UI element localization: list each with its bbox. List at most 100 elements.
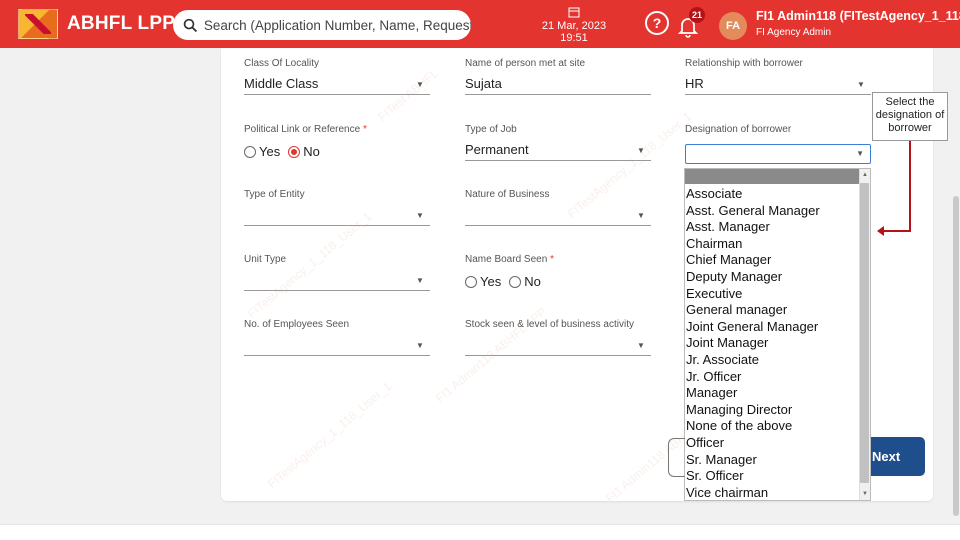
nature-of-business-field[interactable]: Nature of Business ▼ — [465, 189, 651, 231]
annotation-callout: Select the designation of borrower — [872, 92, 948, 141]
dropdown-option[interactable]: Chairman — [685, 236, 870, 253]
user-role: FI Agency Admin — [756, 27, 832, 38]
field-label: Class Of Locality — [244, 58, 320, 69]
name-board-seen-field: Name Board Seen * Yes No — [465, 254, 651, 296]
arrow-left-icon — [877, 226, 884, 236]
dropdown-option[interactable]: Associate — [685, 186, 870, 203]
page-footer — [0, 524, 960, 540]
dropdown-option[interactable]: Manager — [685, 385, 870, 402]
field-underline — [465, 355, 651, 356]
radio-no[interactable] — [288, 145, 301, 158]
designation-dropdown-list[interactable]: Associate Asst. General Manager Asst. Mana… — [684, 168, 871, 501]
datetime-text: 21 Mar, 2023 19:51 — [541, 20, 607, 44]
chevron-down-icon: ▼ — [637, 146, 645, 155]
callout-connector — [882, 230, 911, 232]
calendar-icon — [568, 7, 580, 18]
person-met-field[interactable]: Name of person met at site Sujata — [465, 58, 651, 100]
callout-connector — [909, 141, 911, 232]
field-label: Relationship with borrower — [685, 58, 803, 69]
dropdown-scroll-thumb[interactable] — [860, 183, 869, 483]
field-value: Middle Class — [244, 76, 319, 91]
dropdown-option[interactable]: General manager — [685, 302, 870, 319]
class-of-locality-field[interactable]: Class Of Locality Middle Class ▼ — [244, 58, 430, 100]
dropdown-option[interactable]: Sr. Officer — [685, 468, 870, 485]
field-value: HR — [685, 76, 704, 91]
page-scroll-thumb[interactable] — [953, 196, 959, 516]
search-input[interactable] — [203, 17, 471, 33]
radio-no[interactable] — [509, 275, 522, 288]
field-underline — [465, 94, 651, 95]
radio-yes-label: Yes — [259, 144, 281, 159]
stock-seen-field[interactable]: Stock seen & level of business activity … — [465, 319, 651, 361]
radio-yes-label: Yes — [480, 274, 502, 289]
field-underline — [465, 160, 651, 161]
radio-yes[interactable] — [244, 145, 256, 158]
dropdown-option[interactable]: Executive — [685, 286, 870, 303]
dropdown-option[interactable]: Sr. Manager — [685, 452, 870, 469]
annotation-bracket — [668, 438, 685, 477]
field-label: Unit Type — [244, 254, 287, 265]
field-label: Type of Job — [465, 124, 517, 135]
dropdown-option[interactable]: Asst. General Manager — [685, 203, 870, 220]
dropdown-option[interactable]: Asst. Manager — [685, 219, 870, 236]
radio-yes[interactable] — [465, 275, 477, 288]
brand-name: ABHFL LPP — [67, 13, 176, 34]
top-bar: ABHFL LPP 21 Mar, 2023 19:51 ? 21 FA FI1… — [0, 0, 960, 48]
dropdown-option[interactable]: Deputy Manager — [685, 269, 870, 286]
dropdown-option[interactable]: Vice chairman — [685, 485, 870, 500]
dropdown-option[interactable]: Jr. Officer — [685, 369, 870, 386]
unit-type-field[interactable]: Unit Type ▼ — [244, 254, 430, 296]
field-label: Stock seen & level of business activity — [465, 319, 634, 330]
dropdown-empty-option[interactable] — [685, 169, 870, 184]
field-label: Type of Entity — [244, 189, 305, 200]
dropdown-option[interactable]: Joint Manager — [685, 335, 870, 352]
designation-label-wrap: Designation of borrower — [685, 124, 871, 144]
dropdown-option[interactable]: None of the above — [685, 418, 870, 435]
watermark: FITestAgency_1_118_User_1 — [264, 379, 395, 491]
field-label: Name of person met at site — [465, 58, 586, 69]
search-icon — [183, 18, 198, 32]
notification-count-badge: 21 — [689, 7, 706, 23]
type-of-entity-field[interactable]: Type of Entity ▼ — [244, 189, 430, 231]
dropdown-option[interactable]: Joint General Manager — [685, 319, 870, 336]
radio-no-label: No — [524, 274, 541, 289]
dropdown-options: Associate Asst. General Manager Asst. Mana… — [685, 184, 870, 500]
chevron-down-icon: ▼ — [637, 211, 645, 220]
field-label: Name Board Seen * — [465, 254, 554, 265]
field-underline — [685, 94, 871, 95]
type-of-job-field[interactable]: Type of Job Permanent ▼ — [465, 124, 651, 166]
field-label: No. of Employees Seen — [244, 319, 350, 330]
field-underline — [244, 290, 430, 291]
scroll-down-icon[interactable]: ▼ — [862, 491, 868, 497]
relationship-field[interactable]: Relationship with borrower HR ▼ — [685, 58, 871, 100]
field-label: Designation of borrower — [685, 124, 792, 135]
name-board-radios: Yes No — [465, 274, 549, 289]
help-icon[interactable]: ? — [645, 11, 669, 35]
chevron-down-icon: ▼ — [637, 341, 645, 350]
field-value: Permanent — [465, 142, 529, 157]
dropdown-option[interactable]: Chief Manager — [685, 252, 870, 269]
dropdown-scrollbar[interactable]: ▲ ▼ — [859, 169, 870, 500]
chevron-down-icon: ▼ — [416, 211, 424, 220]
current-datetime: 21 Mar, 2023 19:51 — [528, 6, 620, 44]
field-underline — [244, 355, 430, 356]
dropdown-option[interactable]: Jr. Associate — [685, 352, 870, 369]
chevron-down-icon: ▼ — [416, 276, 424, 285]
dropdown-option[interactable]: Managing Director — [685, 402, 870, 419]
brand-logo-icon — [18, 9, 58, 39]
field-underline — [244, 94, 430, 95]
avatar[interactable]: FA — [719, 12, 747, 40]
chevron-down-icon: ▼ — [857, 80, 865, 89]
dropdown-option[interactable]: Officer — [685, 435, 870, 452]
employees-seen-field[interactable]: No. of Employees Seen ▼ — [244, 319, 430, 361]
chevron-down-icon: ▼ — [856, 149, 864, 158]
global-search[interactable] — [173, 10, 471, 40]
field-label: Nature of Business — [465, 189, 550, 200]
scroll-up-icon[interactable]: ▲ — [862, 172, 868, 178]
chevron-down-icon: ▼ — [416, 80, 424, 89]
field-value: Sujata — [465, 76, 502, 91]
field-underline — [244, 225, 430, 226]
designation-select[interactable]: ▼ — [685, 144, 871, 164]
chevron-down-icon: ▼ — [416, 341, 424, 350]
user-name: FI1 Admin118 (FITestAgency_1_118_Use — [756, 9, 960, 23]
